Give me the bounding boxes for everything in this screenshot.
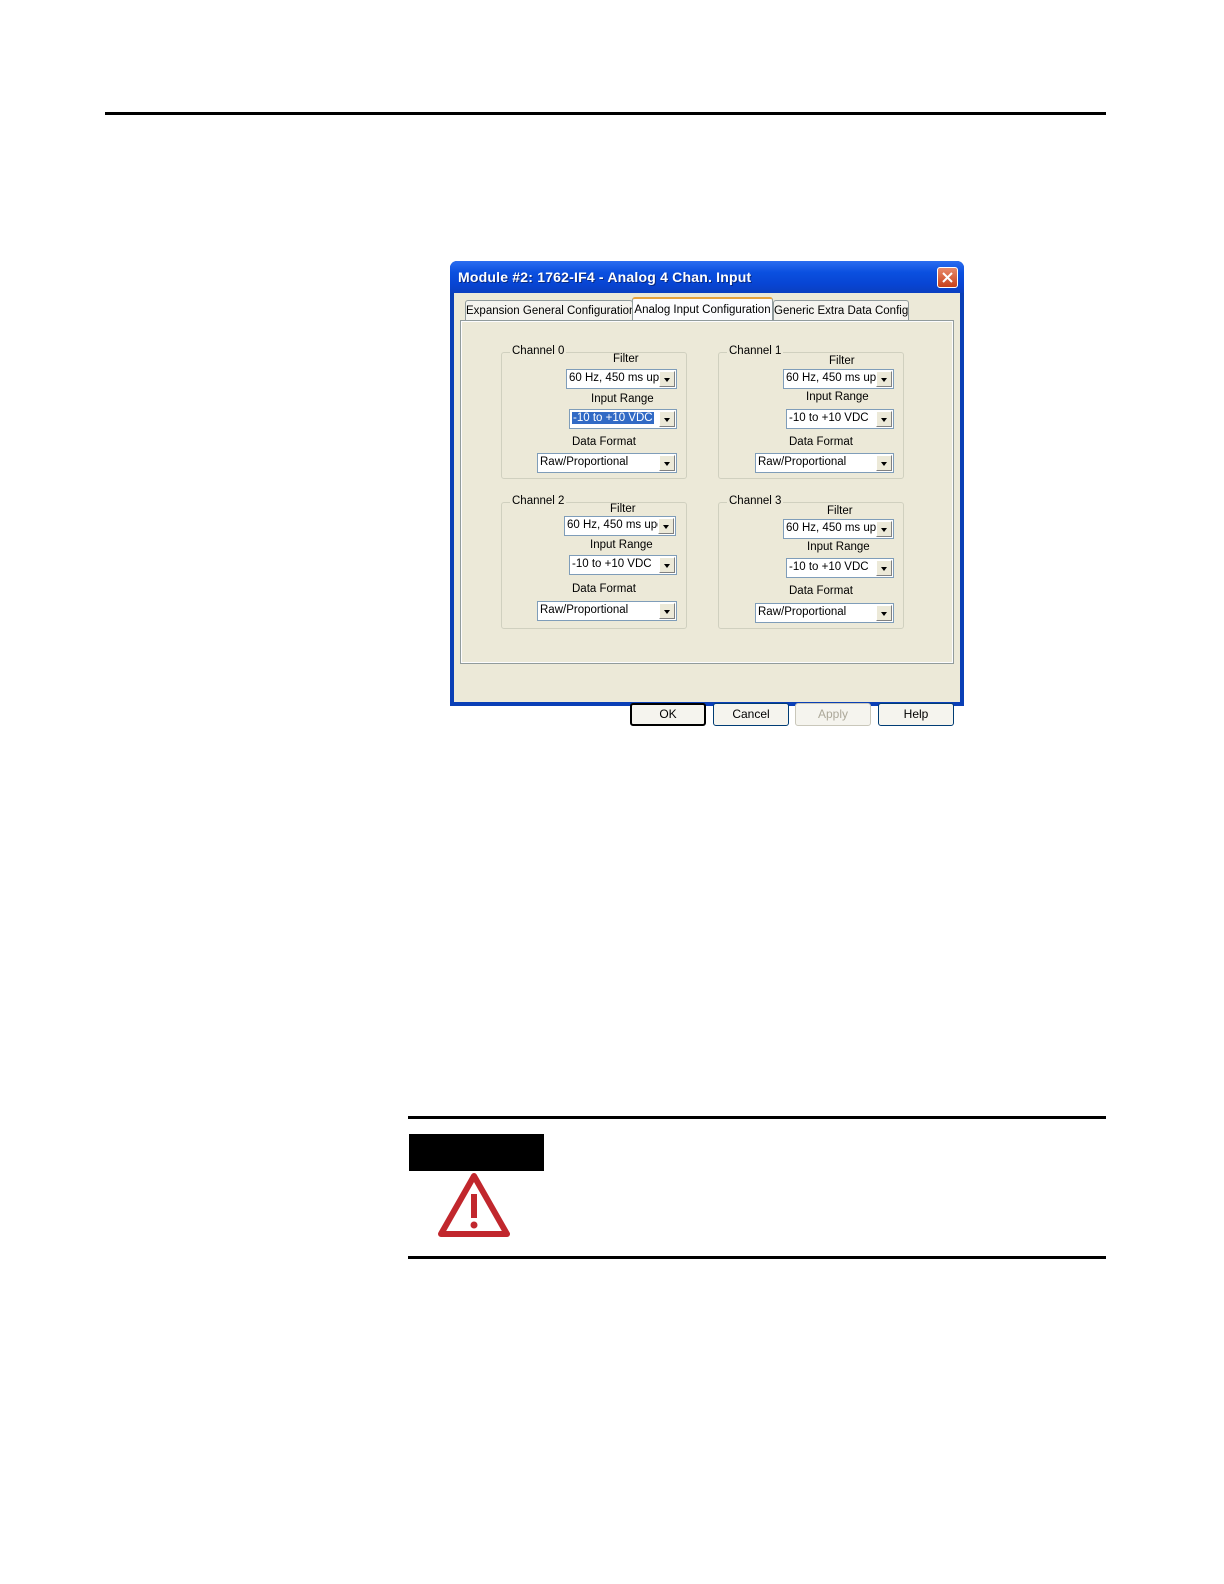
tab-analog-input-configuration[interactable]: Analog Input Configuration bbox=[632, 297, 773, 320]
channel-2-filter-select[interactable]: 60 Hz, 450 ms upd bbox=[564, 516, 676, 536]
chevron-down-icon[interactable] bbox=[659, 557, 675, 573]
chevron-down-icon[interactable] bbox=[876, 521, 892, 537]
select-value: 60 Hz, 450 ms upd bbox=[786, 372, 876, 384]
chevron-down-icon[interactable] bbox=[876, 411, 892, 427]
apply-button[interactable]: Apply bbox=[795, 703, 871, 726]
channel-1-label: Channel 1 bbox=[727, 345, 784, 357]
cancel-button[interactable]: Cancel bbox=[713, 703, 789, 726]
channel-1-input-range-select[interactable]: -10 to +10 VDC bbox=[786, 409, 894, 429]
channel-2-label: Channel 2 bbox=[510, 495, 567, 507]
input-range-label: Input Range bbox=[807, 541, 870, 553]
close-button[interactable] bbox=[937, 267, 958, 288]
data-format-label: Data Format bbox=[789, 436, 853, 448]
channel-1-group: Channel 1 Filter 60 Hz, 450 ms upd Input… bbox=[718, 345, 904, 479]
caution-label-bar bbox=[409, 1134, 544, 1171]
tab-label: Generic Extra Data Config bbox=[774, 305, 909, 317]
channel-0-input-range-select[interactable]: -10 to +10 VDC bbox=[569, 409, 677, 429]
page-header-rule bbox=[105, 112, 1106, 115]
filter-label: Filter bbox=[829, 355, 855, 367]
select-value: -10 to +10 VDC bbox=[789, 412, 869, 424]
select-value: Raw/Proportional bbox=[540, 604, 629, 616]
chevron-down-icon[interactable] bbox=[876, 371, 892, 387]
channel-0-filter-select[interactable]: 60 Hz, 450 ms upd bbox=[566, 369, 677, 389]
channel-3-filter-select[interactable]: 60 Hz, 450 ms upd bbox=[783, 519, 894, 539]
chevron-down-icon[interactable] bbox=[659, 411, 675, 427]
select-value: -10 to +10 VDC bbox=[789, 561, 869, 573]
help-button[interactable]: Help bbox=[878, 703, 954, 726]
channel-2-input-range-select[interactable]: -10 to +10 VDC bbox=[569, 555, 677, 575]
input-range-label: Input Range bbox=[590, 539, 653, 551]
data-format-label: Data Format bbox=[572, 436, 636, 448]
chevron-down-icon[interactable] bbox=[659, 455, 675, 471]
select-value: Raw/Proportional bbox=[758, 456, 847, 468]
channel-3-group: Channel 3 Filter 60 Hz, 450 ms upd Input… bbox=[718, 495, 904, 629]
select-value: -10 to +10 VDC bbox=[572, 558, 652, 570]
tab-label: Expansion General Configuration bbox=[466, 305, 636, 317]
chevron-down-icon[interactable] bbox=[658, 518, 674, 534]
channel-2-group: Channel 2 Filter 60 Hz, 450 ms upd Input… bbox=[501, 495, 687, 629]
close-icon bbox=[942, 272, 953, 283]
chevron-down-icon[interactable] bbox=[876, 560, 892, 576]
title-bar[interactable]: Module #2: 1762-IF4 - Analog 4 Chan. Inp… bbox=[450, 261, 964, 293]
channel-0-group: Channel 0 Filter 60 Hz, 450 ms upd Input… bbox=[501, 345, 687, 479]
warning-triangle-icon bbox=[438, 1173, 510, 1237]
channel-3-data-format-select[interactable]: Raw/Proportional bbox=[755, 603, 894, 623]
chevron-down-icon[interactable] bbox=[876, 455, 892, 471]
select-value: 60 Hz, 450 ms upd bbox=[786, 522, 876, 534]
channel-3-label: Channel 3 bbox=[727, 495, 784, 507]
caution-top-rule bbox=[408, 1116, 1106, 1119]
data-format-label: Data Format bbox=[572, 583, 636, 595]
select-value: Raw/Proportional bbox=[758, 606, 847, 618]
channel-1-filter-select[interactable]: 60 Hz, 450 ms upd bbox=[783, 369, 894, 389]
filter-label: Filter bbox=[613, 353, 639, 365]
channel-0-label: Channel 0 bbox=[510, 345, 567, 357]
dialog-client-area: Expansion General Configuration Analog I… bbox=[454, 293, 960, 726]
filter-label: Filter bbox=[827, 505, 853, 517]
dialog-title: Module #2: 1762-IF4 - Analog 4 Chan. Inp… bbox=[458, 269, 752, 285]
channel-1-data-format-select[interactable]: Raw/Proportional bbox=[755, 453, 894, 473]
caution-bottom-rule bbox=[408, 1256, 1106, 1259]
channel-0-data-format-select[interactable]: Raw/Proportional bbox=[537, 453, 677, 473]
chevron-down-icon[interactable] bbox=[659, 603, 675, 619]
tab-generic-extra-data-config[interactable]: Generic Extra Data Config bbox=[773, 300, 909, 320]
select-value: 60 Hz, 450 ms upd bbox=[569, 372, 659, 384]
module-config-dialog: Module #2: 1762-IF4 - Analog 4 Chan. Inp… bbox=[450, 261, 964, 726]
data-format-label: Data Format bbox=[789, 585, 853, 597]
chevron-down-icon[interactable] bbox=[659, 371, 675, 387]
input-range-label: Input Range bbox=[806, 391, 869, 403]
select-value: -10 to +10 VDC bbox=[571, 411, 655, 425]
channel-3-input-range-select[interactable]: -10 to +10 VDC bbox=[786, 558, 894, 578]
input-range-label: Input Range bbox=[591, 393, 654, 405]
tab-label: Analog Input Configuration bbox=[634, 304, 771, 316]
select-value: Raw/Proportional bbox=[540, 456, 629, 468]
tab-expansion-general-configuration[interactable]: Expansion General Configuration bbox=[465, 300, 636, 320]
channel-2-data-format-select[interactable]: Raw/Proportional bbox=[537, 601, 677, 621]
ok-button[interactable]: OK bbox=[630, 703, 706, 726]
select-value: 60 Hz, 450 ms upd bbox=[567, 519, 658, 531]
filter-label: Filter bbox=[610, 503, 636, 515]
chevron-down-icon[interactable] bbox=[876, 605, 892, 621]
tab-panel-analog-input: Channel 0 Filter 60 Hz, 450 ms upd Input… bbox=[460, 320, 954, 664]
